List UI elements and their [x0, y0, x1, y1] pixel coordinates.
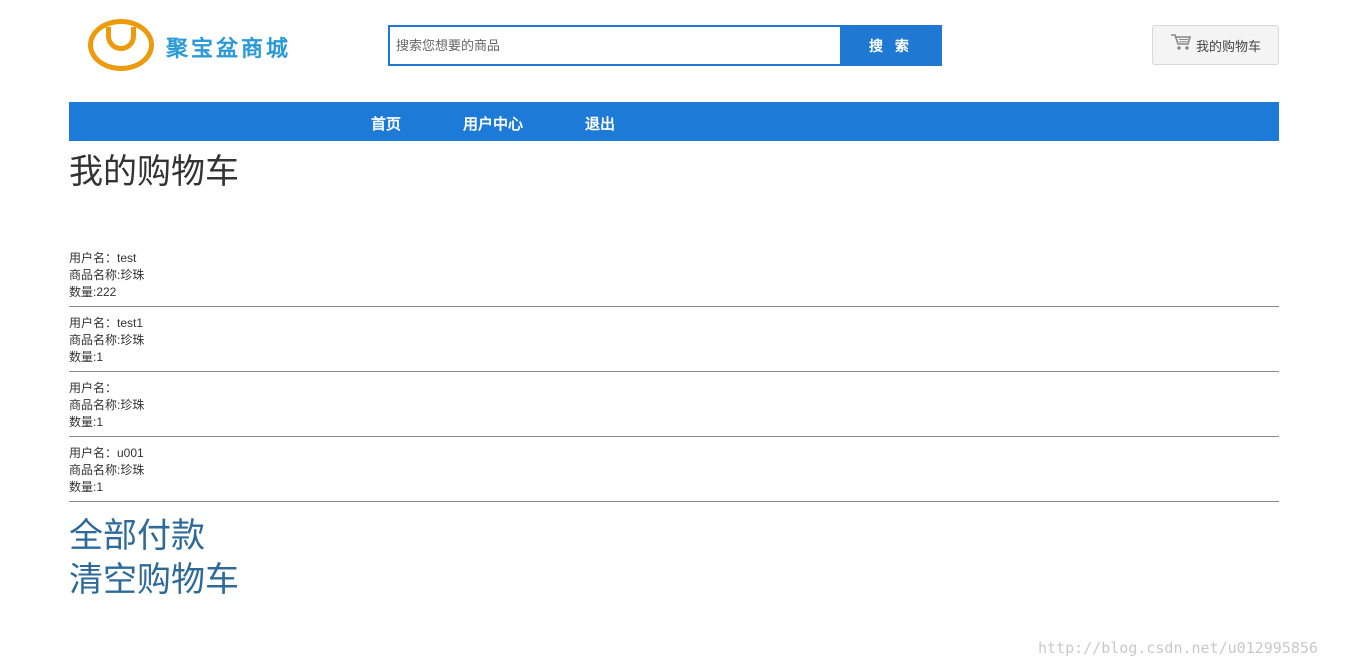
cart-item-product: 商品名称:珍珠 — [69, 398, 145, 412]
cart-item-quantity: 数量:1 — [69, 480, 104, 494]
cart-item-product: 商品名称:珍珠 — [69, 268, 145, 282]
nav-item-user-center[interactable]: 用户中心 — [463, 113, 523, 134]
cart-actions: 全部付款 清空购物车 — [69, 514, 239, 602]
nav-item-logout[interactable]: 退出 — [585, 113, 615, 134]
watermark: http://blog.csdn.net/u012995856 — [1038, 639, 1318, 657]
cart-item-quantity: 数量:222 — [69, 285, 117, 299]
cart-item-username: 用户名：test — [69, 251, 137, 265]
cart-item: 用户名：test1 商品名称:珍珠 数量:1 — [69, 315, 1279, 372]
pay-all-link[interactable]: 全部付款 — [69, 514, 239, 558]
page-title: 我的购物车 — [69, 153, 239, 191]
cart-item-quantity: 数量:1 — [69, 350, 104, 364]
search-button[interactable]: 搜 索 — [840, 25, 942, 66]
cart-item-quantity: 数量:1 — [69, 415, 104, 429]
logo-text: 聚宝盆商城 — [166, 36, 292, 62]
search-bar: 搜 索 — [388, 25, 942, 66]
clear-cart-link[interactable]: 清空购物车 — [69, 558, 239, 602]
site-logo[interactable]: 聚宝盆商城 — [86, 17, 296, 77]
cart-item: 用户名：test 商品名称:珍珠 数量:222 — [69, 250, 1279, 307]
cart-item-product: 商品名称:珍珠 — [69, 333, 145, 347]
cart-item-username: 用户名：u001 — [69, 446, 144, 460]
cart-item: 用户名： 商品名称:珍珠 数量:1 — [69, 380, 1279, 437]
cart-item: 用户名：u001 商品名称:珍珠 数量:1 — [69, 445, 1279, 502]
cart-item-username: 用户名：test1 — [69, 316, 144, 330]
my-cart-label: 我的购物车 — [1195, 38, 1261, 54]
nav-item-home[interactable]: 首页 — [371, 113, 401, 134]
cart-item-username: 用户名： — [69, 381, 118, 395]
my-cart-button[interactable]: 我的购物车 — [1152, 25, 1279, 65]
cart-item-product: 商品名称:珍珠 — [69, 463, 145, 477]
search-input[interactable] — [388, 25, 840, 66]
main-nav: 首页 用户中心 退出 — [69, 102, 1279, 141]
cart-list: 用户名：test 商品名称:珍珠 数量:222 用户名：test1 商品名称:珍… — [69, 250, 1279, 510]
shopping-cart-icon — [1170, 34, 1192, 50]
